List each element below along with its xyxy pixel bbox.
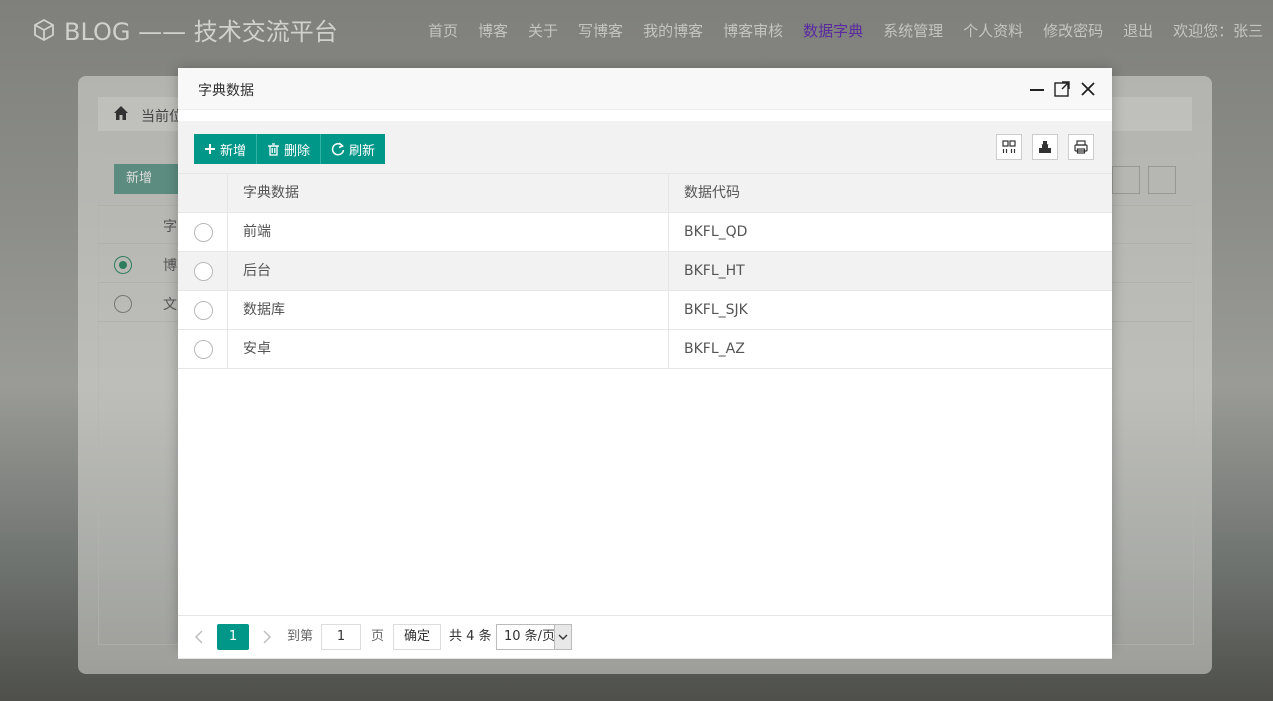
column-header-data-code[interactable]: 数据代码	[684, 174, 740, 212]
nav-blog[interactable]: 博客	[478, 20, 508, 41]
table-header: 字典数据 数据代码	[178, 173, 1112, 213]
columns-filter-icon[interactable]	[996, 134, 1022, 160]
table-toolbar: 新增 删除 刷新	[178, 121, 1112, 173]
background-row-text: 文	[163, 297, 177, 313]
nav-data-dictionary[interactable]: 数据字典	[803, 20, 863, 41]
column-divider	[227, 174, 228, 212]
print-icon[interactable]	[1068, 134, 1094, 160]
background-column-header: 字	[163, 219, 177, 235]
row-radio[interactable]	[194, 340, 213, 359]
brand[interactable]: BLOG —— 技术交流平台	[32, 12, 338, 47]
prev-page-icon[interactable]	[192, 624, 206, 650]
nav-change-password[interactable]: 修改密码	[1043, 20, 1103, 41]
export-icon[interactable]	[1032, 134, 1058, 160]
background-add-label: 新增	[126, 171, 153, 186]
column-divider	[227, 291, 228, 329]
refresh-icon	[331, 142, 345, 156]
column-header-dict-data[interactable]: 字典数据	[243, 174, 299, 212]
current-page[interactable]: 1	[217, 624, 249, 650]
modal-header: 字典数据	[178, 68, 1112, 110]
table-row[interactable]: 后台 BKFL_HT	[178, 252, 1112, 291]
nav-my-blog[interactable]: 我的博客	[643, 20, 703, 41]
row-radio[interactable]	[194, 301, 213, 320]
row-data-code: BKFL_HT	[684, 263, 745, 279]
goto-label: 到第	[287, 629, 314, 644]
background-radio	[114, 295, 132, 313]
row-dict-name: 安卓	[243, 341, 271, 357]
close-icon[interactable]	[1079, 80, 1097, 98]
page-size-select[interactable]: 10 条/页	[496, 624, 572, 650]
add-button[interactable]: 新增	[194, 134, 258, 164]
row-data-code: BKFL_AZ	[684, 341, 745, 357]
background-add-button: 新增	[114, 164, 180, 194]
column-divider	[668, 252, 669, 290]
cube-icon	[34, 18, 54, 41]
refresh-button-label: 刷新	[349, 143, 376, 159]
modal-title: 字典数据	[198, 83, 254, 99]
column-divider	[227, 330, 228, 368]
background-radio-selected	[114, 256, 132, 274]
row-data-code: BKFL_QD	[684, 224, 748, 240]
refresh-button[interactable]: 刷新	[321, 134, 386, 164]
next-page-icon[interactable]	[260, 624, 274, 650]
background-export-icon	[1112, 166, 1140, 194]
dictionary-data-table: 字典数据 数据代码 前端 BKFL_QD 后台 BKFL_HT 数据库 BKFL…	[178, 173, 1112, 369]
goto-page-input[interactable]	[321, 624, 361, 650]
column-divider	[668, 174, 669, 212]
column-divider	[227, 252, 228, 290]
table-row[interactable]: 安卓 BKFL_AZ	[178, 330, 1112, 369]
table-row[interactable]: 前端 BKFL_QD	[178, 213, 1112, 252]
row-dict-name: 前端	[243, 224, 271, 240]
nav-welcome-user: 欢迎您：张三	[1173, 22, 1264, 40]
column-divider	[668, 330, 669, 368]
row-data-code: BKFL_SJK	[684, 302, 748, 318]
nav-profile[interactable]: 个人资料	[963, 20, 1023, 41]
maximize-icon[interactable]	[1053, 80, 1071, 98]
dictionary-data-modal: 字典数据 新增 删除 刷新 字典数据 数据代码 前端 BKFL_QD 后台 BK…	[178, 68, 1112, 659]
nav-system-manage[interactable]: 系统管理	[883, 20, 943, 41]
delete-button-label: 删除	[284, 143, 311, 159]
nav-home[interactable]: 首页	[428, 20, 458, 41]
total-count: 共 4 条	[449, 629, 492, 644]
toolbar-button-group: 新增 删除 刷新	[194, 134, 386, 164]
plus-icon	[205, 144, 215, 154]
column-divider	[227, 213, 228, 251]
nav-logout[interactable]: 退出	[1123, 20, 1153, 41]
background-print-icon	[1148, 166, 1176, 194]
breadcrumb-text: 当前位	[141, 109, 183, 125]
background-row-text: 博	[163, 258, 177, 274]
row-radio[interactable]	[194, 223, 213, 242]
home-icon	[114, 106, 128, 120]
column-divider	[668, 213, 669, 251]
nav-write-blog[interactable]: 写博客	[578, 20, 623, 41]
page-size-value: 10 条/页	[504, 629, 556, 644]
row-radio[interactable]	[194, 262, 213, 281]
column-divider	[668, 291, 669, 329]
nav-about[interactable]: 关于	[528, 20, 558, 41]
main-nav: 首页 博客 关于 写博客 我的博客 博客审核 数据字典 系统管理 个人资料 修改…	[428, 20, 1263, 41]
confirm-button[interactable]: 确定	[393, 624, 442, 650]
nav-blog-review[interactable]: 博客审核	[723, 20, 783, 41]
brand-title: BLOG —— 技术交流平台	[64, 18, 338, 46]
top-navbar: BLOG —— 技术交流平台 首页 博客 关于 写博客 我的博客 博客审核 数据…	[0, 0, 1273, 58]
page-unit-label: 页	[371, 629, 385, 644]
row-dict-name: 数据库	[243, 302, 285, 318]
add-button-label: 新增	[220, 143, 247, 159]
minimize-icon[interactable]	[1028, 80, 1046, 98]
chevron-down-icon	[554, 625, 571, 649]
table-row[interactable]: 数据库 BKFL_SJK	[178, 291, 1112, 330]
delete-button[interactable]: 删除	[257, 134, 322, 164]
row-dict-name: 后台	[243, 263, 271, 279]
trash-icon	[268, 142, 280, 156]
pagination: 1 到第 页 确定 共 4 条 10 条/页	[178, 615, 1112, 659]
